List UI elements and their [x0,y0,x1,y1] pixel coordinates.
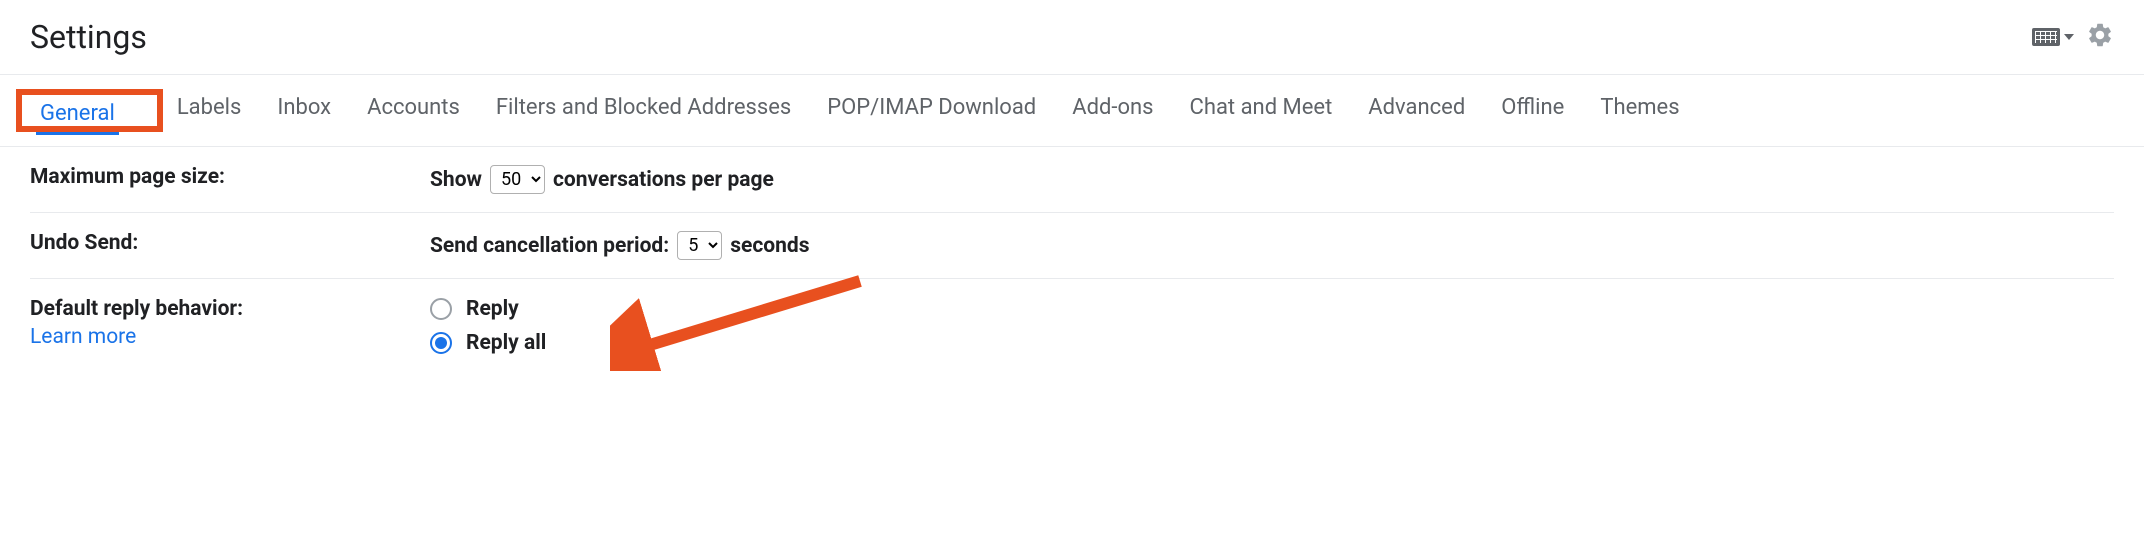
tab-chat-meet[interactable]: Chat and Meet [1186,89,1337,132]
learn-more-link[interactable]: Learn more [30,325,430,349]
annotation-arrow-icon [610,271,870,371]
page-title: Settings [30,18,147,56]
annotation-highlight-box: General [16,89,163,132]
settings-gear-button[interactable] [2086,21,2114,54]
chevron-down-icon [2064,34,2074,40]
tab-general[interactable]: General [36,95,119,135]
radio-reply-label: Reply [466,297,519,321]
reply-behavior-label: Default reply behavior: [30,297,243,321]
page-size-label: Maximum page size: [30,165,225,189]
radio-reply-all[interactable]: Reply all [430,331,546,355]
tab-themes[interactable]: Themes [1596,89,1683,132]
undo-send-label: Undo Send: [30,231,138,255]
page-size-prefix: Show [430,168,482,192]
undo-send-prefix: Send cancellation period: [430,234,669,258]
tab-advanced[interactable]: Advanced [1364,89,1469,132]
radio-icon [430,298,452,320]
gear-icon [2086,21,2114,49]
radio-reply[interactable]: Reply [430,297,546,321]
page-size-select[interactable]: 50 [490,165,545,194]
input-tools-button[interactable] [2032,28,2074,46]
tab-offline[interactable]: Offline [1497,89,1568,132]
undo-send-select[interactable]: 5 [677,231,722,260]
radio-reply-all-label: Reply all [466,331,546,355]
tab-labels[interactable]: Labels [173,89,246,132]
tab-accounts[interactable]: Accounts [363,89,464,132]
settings-tabs: General Labels Inbox Accounts Filters an… [30,75,2114,146]
radio-icon-selected [430,332,452,354]
tab-inbox[interactable]: Inbox [273,89,335,132]
tab-filters[interactable]: Filters and Blocked Addresses [492,89,795,132]
page-size-suffix: conversations per page [553,168,774,192]
undo-send-suffix: seconds [730,234,809,258]
tab-addons[interactable]: Add-ons [1068,89,1157,132]
tab-pop-imap[interactable]: POP/IMAP Download [823,89,1040,132]
keyboard-icon [2032,28,2060,46]
